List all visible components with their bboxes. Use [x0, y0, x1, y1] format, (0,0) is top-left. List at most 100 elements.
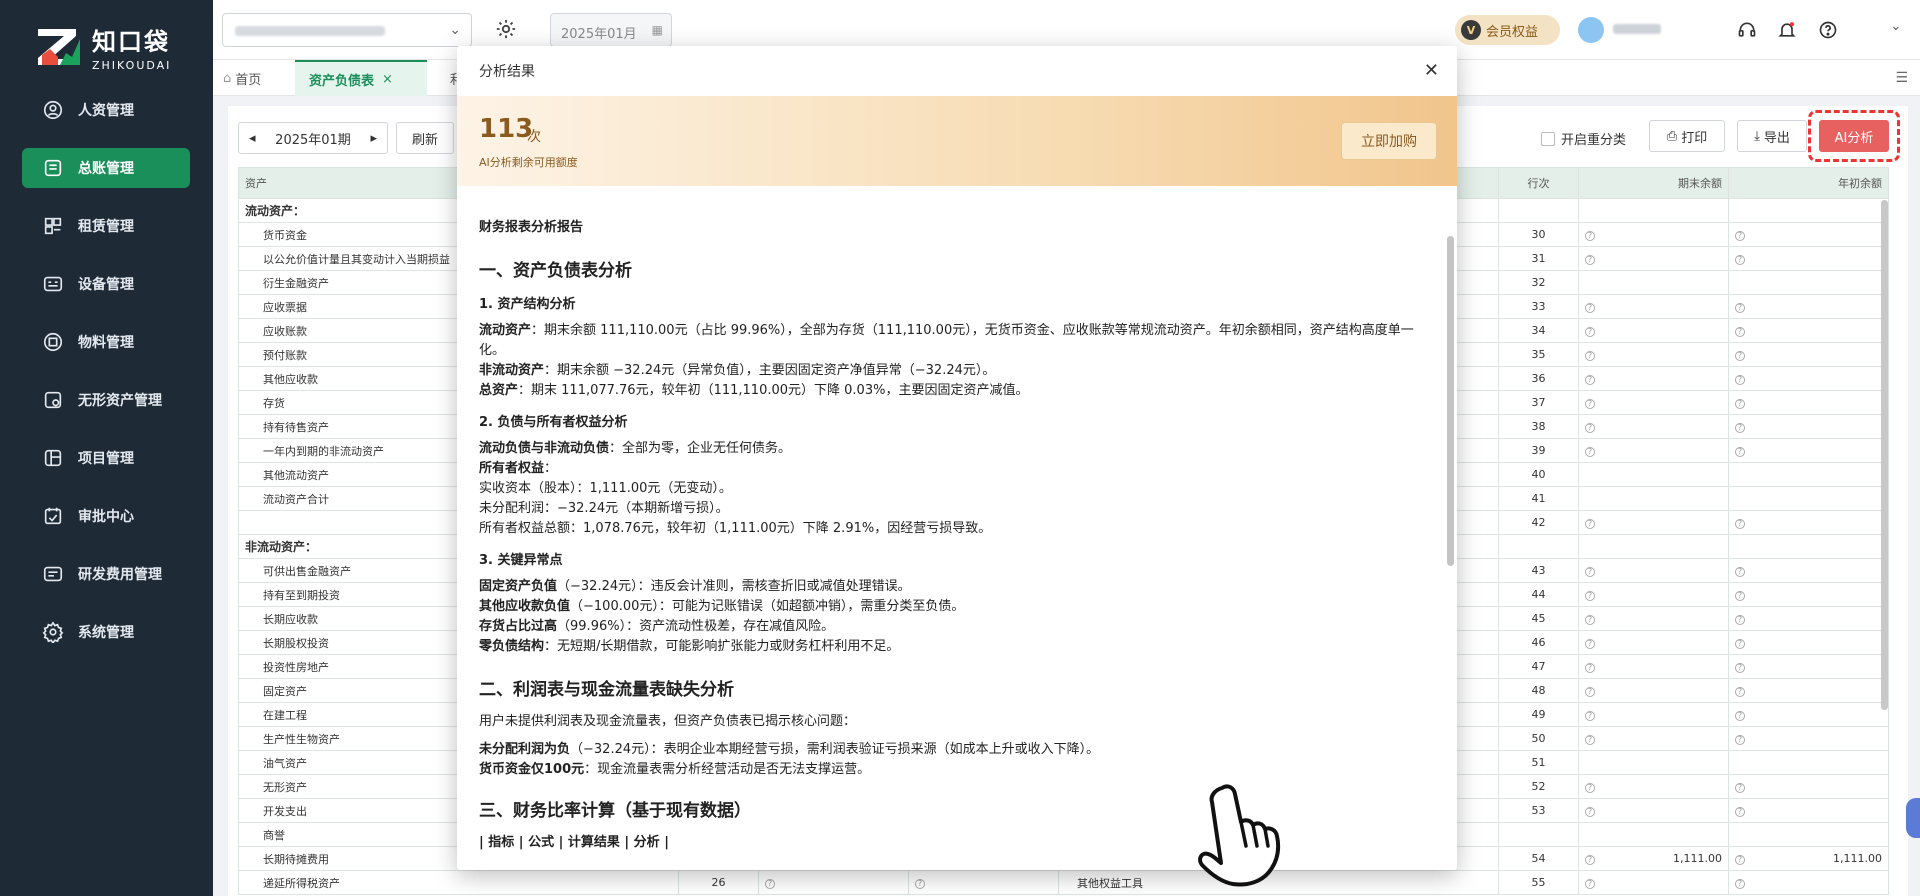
sidebar-item-9[interactable]: 系统管理 [22, 612, 190, 652]
tab-balance-sheet[interactable]: 资产负债表 × [295, 60, 427, 96]
tab-balance-sheet-label: 资产负债表 [309, 73, 375, 89]
row-line-no: 30 [1498, 222, 1579, 247]
row-end-balance: ? [1578, 342, 1729, 367]
prev-period-icon[interactable]: ◂ [249, 131, 256, 146]
sidebar-item-label: 研发费用管理 [78, 567, 162, 583]
company-select[interactable]: ⌄ [222, 13, 472, 47]
row-begin-balance: ? [1728, 654, 1889, 679]
help-icon[interactable]: ? [1585, 255, 1595, 265]
help-icon[interactable]: ? [1585, 879, 1595, 889]
help-icon[interactable]: ? [1735, 231, 1745, 241]
help-icon[interactable]: ? [1585, 711, 1595, 721]
help-icon[interactable]: ? [1735, 639, 1745, 649]
help-icon[interactable]: ? [1585, 447, 1595, 457]
sidebar-item-2[interactable]: 租赁管理 [22, 206, 190, 246]
help-icon[interactable]: ? [1585, 399, 1595, 409]
vip-benefits-button[interactable]: V 会员权益 [1455, 15, 1560, 45]
help-icon[interactable] [1816, 18, 1840, 42]
sidebar-item-8[interactable]: 研发费用管理 [22, 554, 190, 594]
help-icon[interactable]: ? [1585, 567, 1595, 577]
print-button[interactable]: ⎙ 打印 [1649, 120, 1725, 152]
help-icon[interactable]: ? [1585, 783, 1595, 793]
help-icon[interactable]: ? [1585, 591, 1595, 601]
help-icon[interactable]: ? [1585, 615, 1595, 625]
buy-more-button[interactable]: 立即加购 [1341, 122, 1437, 160]
help-icon[interactable]: ? [1585, 519, 1595, 529]
help-icon[interactable]: ? [1585, 687, 1595, 697]
help-icon[interactable]: ? [1585, 639, 1595, 649]
notification-bell-icon[interactable] [1775, 18, 1799, 42]
help-icon[interactable]: ? [915, 879, 925, 889]
help-icon[interactable]: ? [1735, 351, 1745, 361]
tabs-menu-icon[interactable]: ☰ [1895, 70, 1908, 86]
help-icon[interactable]: ? [1735, 687, 1745, 697]
user-menu-chevron-icon[interactable]: ⌄ [1890, 18, 1902, 34]
help-icon[interactable]: ? [1735, 855, 1745, 865]
ai-analysis-button[interactable]: AI分析 [1819, 120, 1889, 152]
sidebar-item-6[interactable]: 项目管理 [22, 438, 190, 478]
brand-logo[interactable]: 知口袋 ZHIKOUDAI [36, 22, 171, 72]
help-icon[interactable]: ? [1585, 303, 1595, 313]
refresh-button[interactable]: 刷新 [396, 122, 454, 154]
sidebar-item-4[interactable]: 物料管理 [22, 322, 190, 362]
row-end-balance [1578, 486, 1729, 511]
help-icon[interactable]: ? [1735, 303, 1745, 313]
help-icon[interactable]: ? [1585, 231, 1595, 241]
user-name-redacted[interactable] [1613, 24, 1661, 34]
help-icon[interactable]: ? [1585, 351, 1595, 361]
close-tab-icon[interactable]: × [382, 72, 393, 87]
tab-home[interactable]: ⌂ 首页 [223, 60, 283, 96]
row-end-balance [1578, 750, 1729, 775]
help-icon[interactable]: ? [1735, 663, 1745, 673]
help-icon[interactable]: ? [1735, 615, 1745, 625]
sidebar-item-7[interactable]: 审批中心 [22, 496, 190, 536]
modal-scrollbar[interactable] [1447, 236, 1454, 566]
period-date-input[interactable]: 2025年01月 ▦ [550, 13, 672, 47]
help-icon[interactable]: ? [1735, 375, 1745, 385]
row-begin-balance [1728, 534, 1889, 559]
row-begin-balance: ? [1728, 342, 1889, 367]
reclassify-checkbox[interactable] [1541, 131, 1555, 146]
sidebar-item-5[interactable]: 无形资产管理 [22, 380, 190, 420]
table-scrollbar[interactable] [1881, 200, 1888, 710]
sidebar-item-1[interactable]: 总账管理 [22, 148, 190, 188]
help-icon[interactable]: ? [1735, 255, 1745, 265]
headset-icon[interactable] [1735, 18, 1759, 42]
row-line-no [1498, 198, 1579, 223]
report-subheading-3: 3. 关键异常点 [479, 553, 563, 568]
export-button[interactable]: ⤓ 导出 [1737, 120, 1807, 152]
help-icon[interactable]: ? [1735, 711, 1745, 721]
help-icon[interactable]: ? [1735, 783, 1745, 793]
brand-name: 知口袋 [92, 28, 170, 56]
help-icon[interactable]: ? [1585, 735, 1595, 745]
reclassify-toggle[interactable]: 开启重分类 [1541, 129, 1626, 148]
help-icon[interactable]: ? [1735, 423, 1745, 433]
help-icon[interactable]: ? [1585, 327, 1595, 337]
close-icon[interactable]: ✕ [1424, 60, 1439, 81]
sidebar-item-3[interactable]: 设备管理 [22, 264, 190, 304]
floating-chat-icon[interactable] [1906, 798, 1920, 838]
help-icon[interactable]: ? [765, 879, 775, 889]
help-icon[interactable]: ? [1735, 327, 1745, 337]
help-icon[interactable]: ? [1735, 447, 1745, 457]
next-period-icon[interactable]: ▸ [370, 131, 377, 146]
help-icon[interactable]: ? [1585, 855, 1595, 865]
help-icon[interactable]: ? [1585, 423, 1595, 433]
help-icon[interactable]: ? [1735, 879, 1745, 889]
row-begin-balance: ? [1728, 414, 1889, 439]
help-icon[interactable]: ? [1735, 807, 1745, 817]
help-icon[interactable]: ? [1735, 519, 1745, 529]
help-icon[interactable]: ? [1585, 807, 1595, 817]
help-icon[interactable]: ? [1585, 663, 1595, 673]
help-icon[interactable]: ? [1735, 735, 1745, 745]
row-begin-balance: ? 1,111.00 [1728, 846, 1889, 871]
settings-gear-icon[interactable] [493, 16, 519, 42]
help-icon[interactable]: ? [1585, 375, 1595, 385]
avatar[interactable] [1578, 17, 1604, 43]
period-stepper[interactable]: ◂ 2025年01期 ▸ [238, 122, 388, 154]
help-icon[interactable]: ? [1735, 591, 1745, 601]
help-icon[interactable]: ? [1735, 567, 1745, 577]
help-icon[interactable]: ? [1735, 399, 1745, 409]
export-label: 导出 [1763, 130, 1790, 146]
sidebar-item-0[interactable]: 人资管理 [22, 90, 190, 130]
